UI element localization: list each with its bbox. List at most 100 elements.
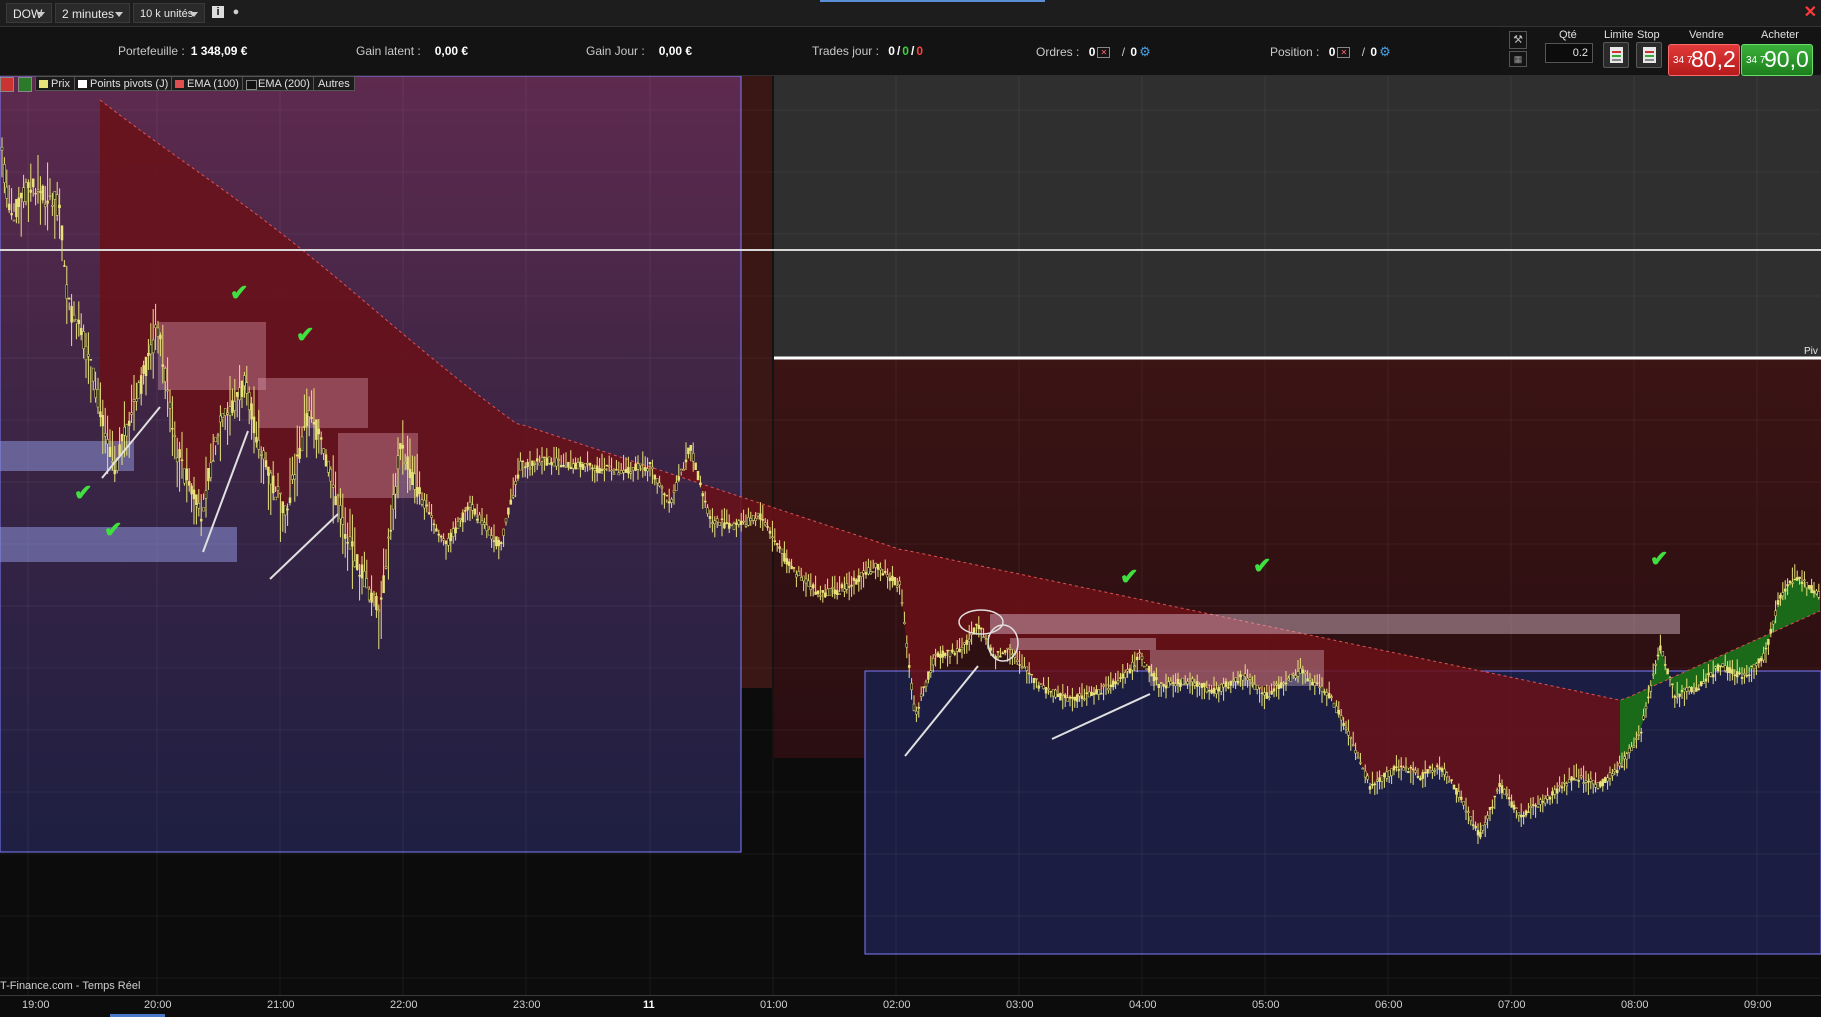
limit-order-button[interactable] xyxy=(1603,42,1629,68)
instrument-select[interactable]: DOW xyxy=(6,3,52,23)
candle-body xyxy=(763,522,767,526)
price-chart[interactable] xyxy=(0,76,1821,995)
candle-body xyxy=(1390,768,1393,776)
orders-settings-icon[interactable]: ⚙ xyxy=(1139,44,1151,59)
candle-body xyxy=(742,520,745,523)
candle-body xyxy=(1423,771,1427,774)
candle-body xyxy=(151,339,155,354)
candle-body xyxy=(646,468,649,472)
candle-body xyxy=(190,485,193,495)
candle-body xyxy=(144,356,148,376)
candle-body xyxy=(295,454,299,457)
close-position-icon[interactable]: ✕ xyxy=(1337,47,1351,59)
candle-body xyxy=(147,353,150,357)
candle-body xyxy=(1359,762,1362,764)
close-icon[interactable]: ✕ xyxy=(1804,2,1817,22)
candle-body xyxy=(1171,682,1175,684)
candle-body xyxy=(1435,765,1439,767)
candle-body xyxy=(1445,772,1449,778)
candle-body xyxy=(1474,825,1477,829)
legend-others[interactable]: Autres xyxy=(313,76,355,91)
keyboard-icon[interactable]: ▦ xyxy=(1509,51,1527,67)
candle-body xyxy=(1080,695,1084,699)
candle-body xyxy=(451,528,455,537)
legend-pivots[interactable]: Points pivots (J) xyxy=(74,76,174,91)
candle-body xyxy=(879,567,882,571)
candle-body xyxy=(1407,771,1410,774)
legend-ema200-label: EMA (200) xyxy=(258,78,310,90)
candle-body xyxy=(795,574,798,578)
candle-body xyxy=(555,457,558,467)
legend-ema200[interactable]: EMA (200) xyxy=(242,76,315,91)
units-select[interactable]: 10 k unités xyxy=(133,3,205,23)
candle-body xyxy=(1119,677,1122,679)
candle-body xyxy=(1709,672,1713,677)
candle-body xyxy=(1469,816,1473,821)
candle-body xyxy=(953,652,957,655)
candle-body xyxy=(1692,690,1696,693)
candle-body xyxy=(1258,686,1261,689)
candle-body xyxy=(336,493,340,496)
candle-body xyxy=(1431,770,1434,773)
timeframe-select[interactable]: 2 minutes xyxy=(55,3,130,23)
supply-zone xyxy=(158,322,266,390)
check-icon: ✔ xyxy=(230,280,249,305)
candle-body xyxy=(483,522,486,525)
stop-order-button[interactable] xyxy=(1636,42,1662,68)
candle-body xyxy=(111,461,114,463)
candle-body xyxy=(1351,744,1355,747)
buy-button[interactable]: 34 7 90,0 xyxy=(1741,44,1813,76)
remove-indicator-icon[interactable] xyxy=(0,77,14,92)
candle-body xyxy=(519,461,522,471)
candle-body xyxy=(665,494,669,497)
candle-body xyxy=(1054,689,1057,698)
candle-body xyxy=(1743,673,1746,676)
legend-price[interactable]: Prix xyxy=(35,76,75,91)
time-tick: 19:00 xyxy=(22,999,50,1011)
candle-body xyxy=(1368,786,1372,790)
data-source-watermark: T-Finance.com - Temps Réel xyxy=(0,980,141,992)
candle-body xyxy=(1272,688,1276,692)
position-settings-icon[interactable]: ⚙ xyxy=(1379,44,1391,59)
candle-body xyxy=(418,487,421,494)
wrench-icon[interactable]: ⚒ xyxy=(1509,31,1527,49)
record-icon[interactable]: ● xyxy=(230,6,242,18)
candle-body xyxy=(895,585,899,588)
cancel-orders-icon[interactable]: ✕ xyxy=(1097,47,1111,59)
candle-body xyxy=(1037,685,1041,689)
candle-body xyxy=(1699,681,1703,686)
candle-body xyxy=(672,490,676,493)
candle-body xyxy=(1611,773,1614,776)
candle-body xyxy=(365,578,369,589)
candle-body xyxy=(432,523,436,526)
candle-body xyxy=(1524,810,1528,816)
candle-body xyxy=(1099,693,1103,695)
candle-body xyxy=(1419,777,1422,781)
candle-body xyxy=(1047,688,1050,690)
qty-input[interactable] xyxy=(1545,43,1593,63)
candle-body xyxy=(1495,789,1499,792)
candle-body xyxy=(475,518,479,521)
add-indicator-icon[interactable] xyxy=(18,77,32,92)
candle-body xyxy=(454,527,457,534)
candle-body xyxy=(5,186,9,199)
candle-body xyxy=(1296,671,1300,677)
candle-body xyxy=(1457,791,1461,798)
qty-label: Qté xyxy=(1559,29,1577,41)
candle-body xyxy=(291,474,294,480)
buy-price: 90,0 xyxy=(1764,46,1809,72)
candle-body xyxy=(43,204,47,208)
candle-body xyxy=(1075,694,1079,702)
candle-body xyxy=(341,517,345,525)
legend-ema100[interactable]: EMA (100) xyxy=(171,76,244,91)
sell-button[interactable]: 34 7 80,2 xyxy=(1668,44,1740,76)
candle-body xyxy=(502,528,505,536)
candle-body xyxy=(1493,795,1497,798)
candle-body xyxy=(82,331,85,349)
candle-body xyxy=(927,671,930,680)
info-icon[interactable]: i xyxy=(212,6,224,18)
check-icon: ✔ xyxy=(1120,564,1139,589)
candle-body xyxy=(989,647,993,651)
candle-body xyxy=(1745,675,1749,677)
candle-body xyxy=(259,454,263,456)
